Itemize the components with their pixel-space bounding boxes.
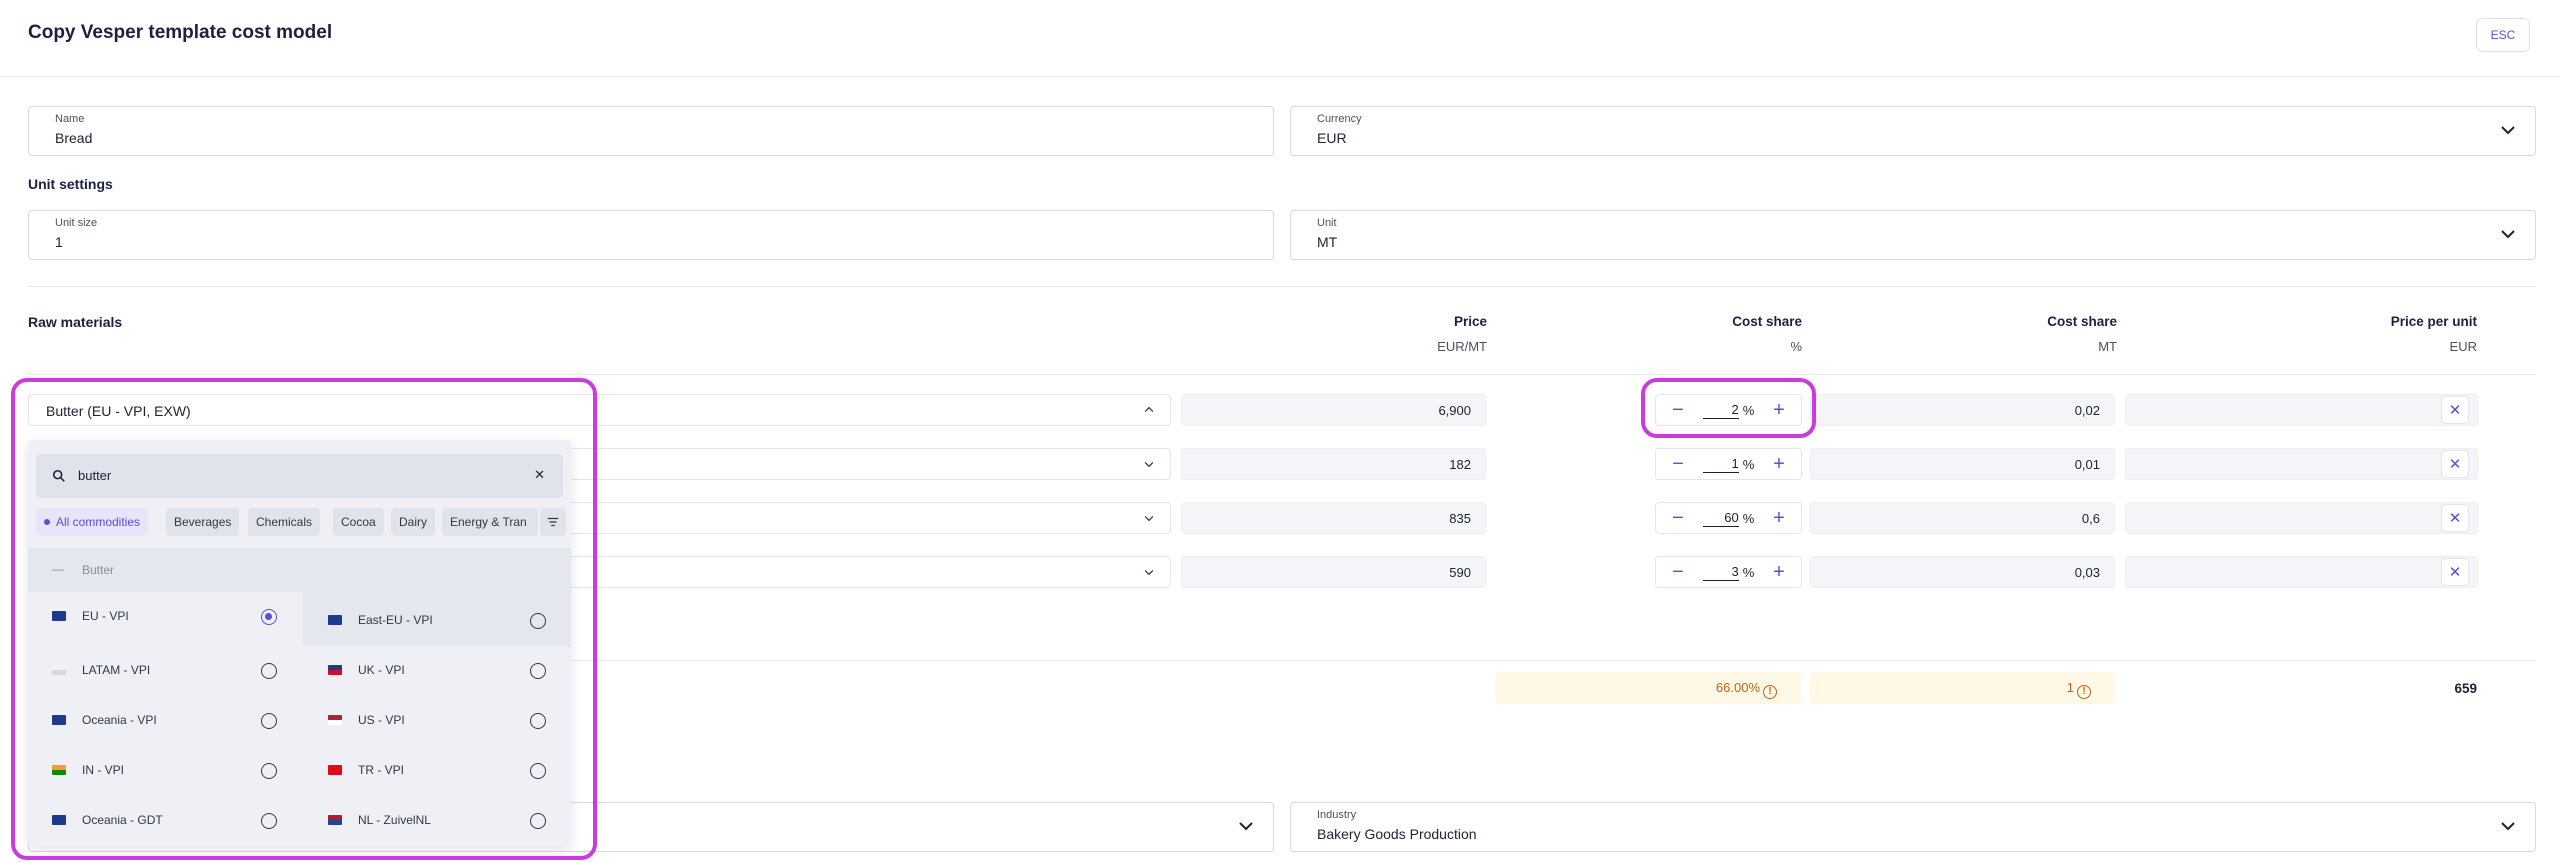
unit-label: Unit: [1317, 217, 1337, 229]
cost-share-mt-cell: 0,03: [1810, 556, 2115, 588]
col-price-title: Price: [1453, 314, 1487, 329]
col-share-pct-title: Cost share: [1732, 314, 1802, 329]
chevron-down-icon: [1144, 570, 1154, 576]
col-price-sub: EUR/MT: [1437, 339, 1487, 354]
increment-button[interactable]: +: [1769, 508, 1789, 528]
col-share-mt-sub: MT: [2098, 339, 2117, 354]
cost-share-value: 1: [1702, 456, 1739, 473]
currency-label: Currency: [1317, 113, 1362, 125]
price-cell: 835: [1181, 502, 1486, 534]
warning-icon: !: [2077, 685, 2091, 699]
decrement-button[interactable]: −: [1668, 508, 1688, 528]
decrement-button[interactable]: −: [1668, 454, 1688, 474]
col-ppu-title: Price per unit: [2390, 314, 2477, 329]
industry-value: Bakery Goods Production: [1317, 826, 1477, 842]
increment-button[interactable]: +: [1769, 562, 1789, 582]
remove-row-button[interactable]: ✕: [2441, 396, 2469, 424]
cost-share-stepper[interactable]: − 60% +: [1655, 502, 1802, 534]
name-label: Name: [55, 113, 85, 125]
unit-size-label: Unit size: [55, 217, 98, 229]
price-cell: 6,900: [1181, 394, 1486, 426]
price-per-unit-cell: 138: [2125, 394, 2478, 426]
dropdown-highlight: [11, 378, 597, 860]
chevron-up-icon: [1144, 406, 1154, 412]
chevron-down-icon: [1239, 822, 1253, 831]
price-cell: 182: [1181, 448, 1486, 480]
cost-share-input[interactable]: 60%: [1702, 510, 1755, 527]
total-cost-share-pct: 66.00%!: [1495, 672, 1801, 704]
price-per-unit-cell: 2: [2125, 448, 2478, 480]
remove-row-button[interactable]: ✕: [2441, 504, 2469, 532]
price-cell: 590: [1181, 556, 1486, 588]
price-per-unit-cell: 501: [2125, 502, 2478, 534]
esc-button[interactable]: ESC: [2476, 18, 2530, 52]
increment-button[interactable]: +: [1769, 454, 1789, 474]
unit-settings-heading: Unit settings: [28, 176, 113, 192]
chevron-down-icon: [2501, 822, 2515, 831]
total-cost-share-pct-value: 66.00%: [1715, 680, 1760, 695]
percent-unit: %: [1742, 510, 1755, 526]
unit-select[interactable]: Unit MT: [1290, 210, 2536, 260]
cost-share-input[interactable]: 3%: [1702, 564, 1755, 581]
percent-unit: %: [1742, 456, 1755, 472]
remove-row-button[interactable]: ✕: [2441, 558, 2469, 586]
cost-share-mt-cell: 0,02: [1810, 394, 2115, 426]
col-share-mt-title: Cost share: [2047, 314, 2117, 329]
col-share-pct-sub: %: [1790, 339, 1802, 354]
unit-value: MT: [1317, 234, 1338, 250]
name-value: Bread: [55, 130, 93, 146]
currency-select[interactable]: Currency EUR: [1290, 106, 2536, 156]
unit-size-value: 1: [55, 234, 63, 250]
total-price-per-unit: 659: [2454, 681, 2477, 696]
cost-share-value: 3: [1702, 564, 1739, 581]
warning-icon: !: [1763, 685, 1777, 699]
chevron-down-icon: [1144, 516, 1154, 522]
percent-unit: %: [1742, 564, 1755, 580]
raw-materials-heading: Raw materials: [28, 314, 123, 330]
table-header-divider: [28, 374, 2536, 375]
total-cost-share-mt: 1!: [1810, 672, 2115, 704]
cost-share-stepper[interactable]: − 3% +: [1655, 556, 1802, 588]
chevron-down-icon: [2501, 126, 2515, 135]
cost-share-stepper[interactable]: − 1% +: [1655, 448, 1802, 480]
decrement-button[interactable]: −: [1668, 562, 1688, 582]
chevron-down-icon: [2501, 230, 2515, 239]
currency-value: EUR: [1317, 130, 1347, 146]
remove-row-button[interactable]: ✕: [2441, 450, 2469, 478]
section-divider: [28, 286, 2536, 287]
total-cost-share-mt-value: 1: [2066, 680, 2074, 695]
col-ppu-sub: EUR: [2449, 339, 2477, 354]
industry-select[interactable]: Industry Bakery Goods Production: [1290, 802, 2536, 852]
price-per-unit-cell: 18: [2125, 556, 2478, 588]
cost-share-input[interactable]: 1%: [1702, 456, 1755, 473]
unit-size-field[interactable]: Unit size 1: [28, 210, 1274, 260]
header-divider: [0, 76, 2560, 77]
name-field[interactable]: Name Bread: [28, 106, 1274, 156]
cost-share-value: 60: [1702, 510, 1739, 527]
cost-share-mt-cell: 0,01: [1810, 448, 2115, 480]
stepper-highlight: [1641, 378, 1816, 438]
industry-label: Industry: [1317, 809, 1357, 821]
page-title: Copy Vesper template cost model: [28, 22, 333, 43]
cost-share-mt-cell: 0,6: [1810, 502, 2115, 534]
chevron-down-icon: [1144, 462, 1154, 468]
